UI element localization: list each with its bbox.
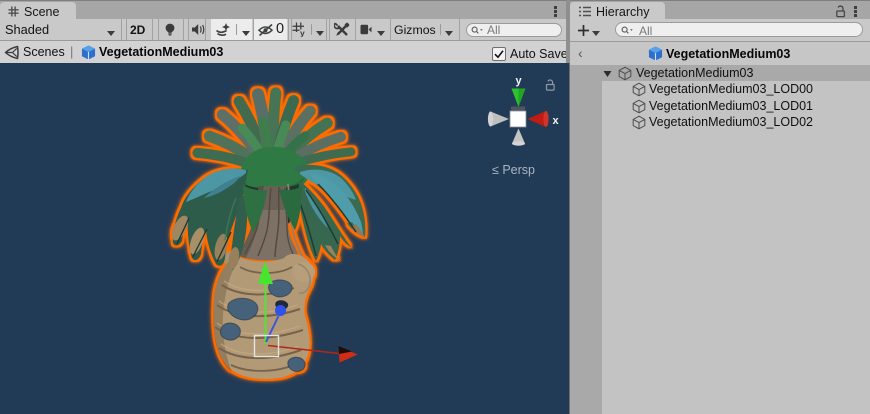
svg-text:y: y [515, 75, 522, 87]
svg-text:≤ Persp: ≤ Persp [492, 163, 535, 177]
svg-text:y: y [300, 28, 305, 37]
svg-text:x: x [553, 115, 560, 127]
